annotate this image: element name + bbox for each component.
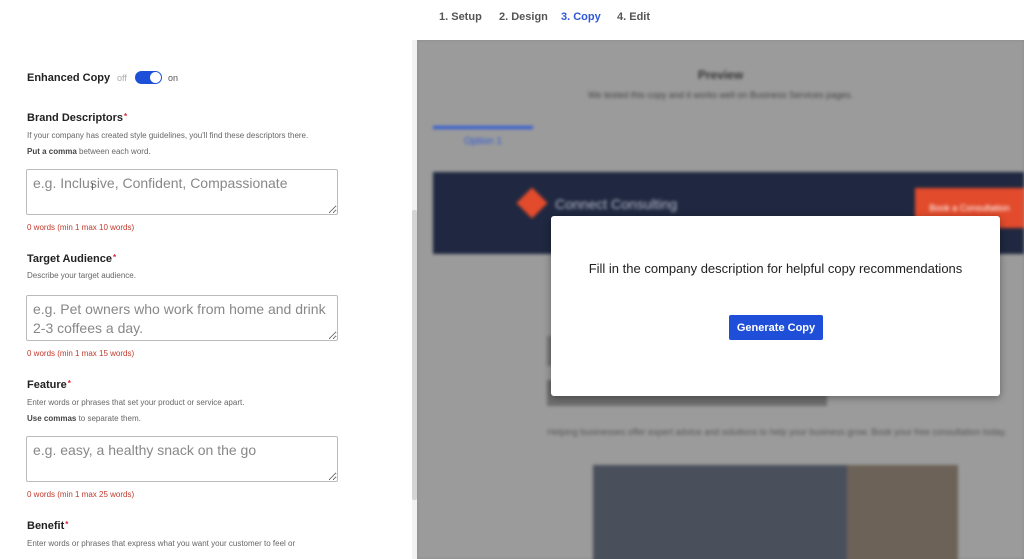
toggle-off-label: off bbox=[117, 73, 127, 83]
step-design[interactable]: 2. Design bbox=[499, 11, 548, 23]
feature-label: Feature* bbox=[27, 379, 71, 391]
brand-help-bold: Put a comma bbox=[27, 147, 77, 156]
feature-input[interactable] bbox=[26, 436, 338, 482]
feature-help-rest: to separate them. bbox=[76, 414, 141, 423]
feature-word-count: 0 words (min 1 max 25 words) bbox=[27, 490, 135, 499]
brand-descriptors-input[interactable] bbox=[26, 169, 338, 215]
target-audience-word-count: 0 words (min 1 max 15 words) bbox=[27, 349, 135, 358]
feature-help-comma-line: Use commas to separate them. bbox=[27, 411, 244, 427]
brand-help-comma-line: Put a comma between each word. bbox=[27, 144, 308, 160]
preview-body-text: Helping businesses offer expert advice a… bbox=[547, 427, 1007, 437]
target-audience-help: Describe your target audience. bbox=[27, 268, 136, 284]
preview-subtitle: We tested this copy and it works well on… bbox=[588, 90, 853, 100]
preview-hero-image-side bbox=[847, 465, 958, 559]
enhanced-copy-toggle[interactable] bbox=[135, 71, 162, 84]
benefit-label-text: Benefit bbox=[27, 520, 65, 532]
preview-tab-indicator bbox=[433, 126, 533, 129]
feature-label-text: Feature bbox=[27, 379, 67, 391]
required-marker: * bbox=[67, 379, 71, 388]
preview-tab-option-1[interactable]: Option 1 bbox=[433, 136, 533, 147]
preview-brand-name: Connect Consulting bbox=[555, 196, 678, 212]
step-navigation: 1. Setup 2. Design 3. Copy 4. Edit bbox=[0, 0, 1024, 40]
generate-copy-dialog: Fill in the company description for help… bbox=[551, 216, 1000, 396]
brand-descriptors-label-text: Brand Descriptors bbox=[27, 112, 123, 124]
benefit-help-line: Enter words or phrases that express what… bbox=[27, 539, 296, 548]
target-audience-input[interactable] bbox=[26, 295, 338, 341]
required-marker: * bbox=[123, 112, 128, 121]
feature-help: Enter words or phrases that set your pro… bbox=[27, 395, 244, 427]
enhanced-copy-label: Enhanced Copy bbox=[27, 72, 111, 84]
toggle-on-label: on bbox=[168, 73, 179, 83]
brand-descriptors-label: Brand Descriptors* bbox=[27, 112, 127, 124]
toggle-knob bbox=[150, 72, 161, 83]
benefit-label: Benefit* bbox=[27, 520, 68, 532]
audience-help-line: Describe your target audience. bbox=[27, 271, 136, 280]
target-audience-label: Target Audience* bbox=[27, 253, 116, 265]
step-setup[interactable]: 1. Setup bbox=[439, 11, 482, 23]
brand-help-line: If your company has created style guidel… bbox=[27, 131, 309, 140]
brand-help-rest: between each word. bbox=[76, 147, 151, 156]
text-cursor-icon: I bbox=[91, 182, 94, 193]
brand-descriptors-help: If your company has created style guidel… bbox=[27, 128, 308, 160]
step-edit[interactable]: 4. Edit bbox=[617, 11, 650, 23]
generate-copy-button[interactable]: Generate Copy bbox=[729, 315, 823, 340]
feature-help-bold: Use commas bbox=[27, 414, 77, 423]
benefit-help: Enter words or phrases that express what… bbox=[27, 536, 295, 552]
required-marker: * bbox=[65, 520, 69, 529]
brand-descriptors-word-count: 0 words (min 1 max 10 words) bbox=[27, 223, 135, 232]
preview-title: Preview bbox=[697, 68, 744, 82]
step-copy[interactable]: 3. Copy bbox=[561, 11, 601, 23]
required-marker: * bbox=[112, 253, 117, 262]
target-audience-label-text: Target Audience bbox=[27, 253, 112, 265]
feature-help-line: Enter words or phrases that set your pro… bbox=[27, 398, 245, 407]
dialog-message: Fill in the company description for help… bbox=[588, 261, 963, 276]
